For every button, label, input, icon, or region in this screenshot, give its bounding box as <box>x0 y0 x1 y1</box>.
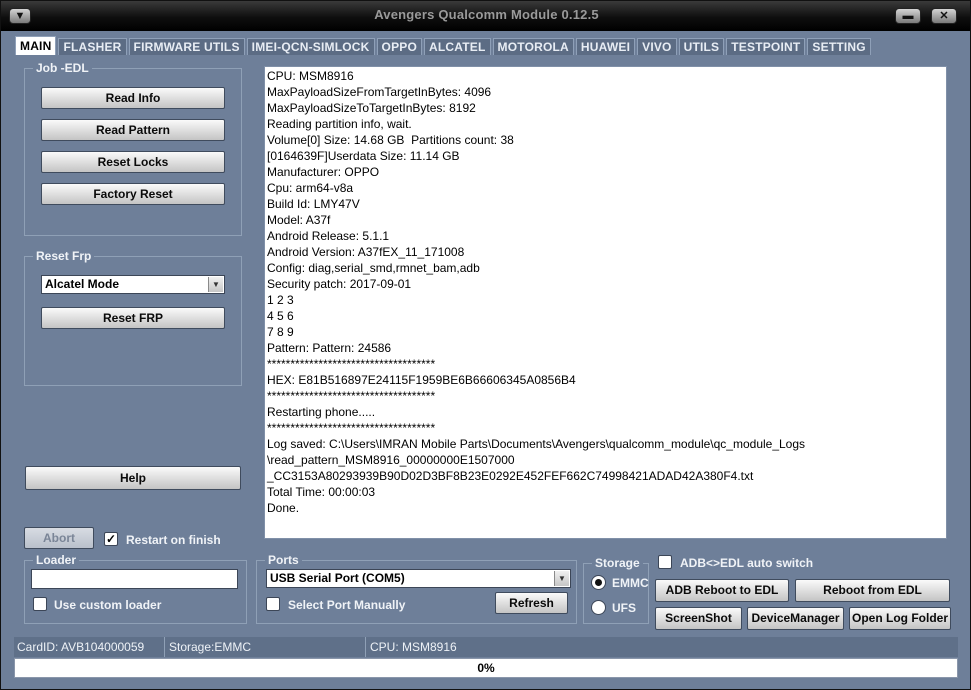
log-line: 4 5 6 <box>267 309 294 323</box>
checkmark-icon: ✓ <box>105 532 117 546</box>
log-line: CPU: MSM8916 <box>267 69 354 83</box>
log-line: HEX: E81B516897E24115F1959BE6B66606345A0… <box>267 373 576 387</box>
tab-testpoint[interactable]: TESTPOINT <box>726 38 806 55</box>
help-button[interactable]: Help <box>25 466 241 490</box>
refresh-button[interactable]: Refresh <box>495 592 568 614</box>
read-info-button[interactable]: Read Info <box>41 87 225 109</box>
storage-title: Storage <box>592 556 643 570</box>
window-title: Avengers Qualcomm Module 0.12.5 <box>374 7 599 22</box>
device-manager-button[interactable]: DeviceManager <box>747 607 844 630</box>
select-port-manually-label: Select Port Manually <box>288 598 406 612</box>
open-log-folder-button[interactable]: Open Log Folder <box>849 607 951 630</box>
log-line: Done. <box>267 501 300 515</box>
ufs-radio[interactable] <box>591 600 606 615</box>
dropdown-arrow-icon: ▼ <box>208 277 223 292</box>
port-select-value: USB Serial Port (COM5) <box>270 571 405 585</box>
log-line: Config: diag,serial_smd,rmnet_bam,adb <box>267 261 480 275</box>
log-line: MaxPayloadSizeToTargetInBytes: 8192 <box>267 101 476 115</box>
progress-bar: 0% <box>14 658 958 678</box>
restart-on-finish-checkbox[interactable]: ✓ <box>104 532 118 546</box>
dropdown-arrow-icon: ▼ <box>554 571 569 586</box>
loader-group: Loader Use custom loader <box>24 553 247 624</box>
minimize-icon: ▬ <box>902 10 914 22</box>
log-line: Volume[0] Size: 14.68 GB Partitions coun… <box>267 133 514 147</box>
tab-motorola[interactable]: MOTOROLA <box>492 38 574 55</box>
tab-imei-qcn-simlock[interactable]: IMEI-QCN-SIMLOCK <box>246 38 375 55</box>
log-line: ************************************ <box>267 389 436 403</box>
reset-locks-button[interactable]: Reset Locks <box>41 151 225 173</box>
log-line: \read_pattern_MSM8916_00000000E1507000 <box>267 453 515 467</box>
close-icon: ✕ <box>939 10 949 22</box>
log-line: Reading partition info, wait. <box>267 117 412 131</box>
log-line: Log saved: C:\Users\IMRAN Mobile Parts\D… <box>267 437 806 451</box>
close-button[interactable]: ✕ <box>931 8 957 24</box>
log-line: Total Time: 00:00:03 <box>267 485 376 499</box>
tab-flasher[interactable]: FLASHER <box>58 38 127 55</box>
log-line: Android Version: A37fEX_11_171008 <box>267 245 465 259</box>
log-line: Pattern: Pattern: 24586 <box>267 341 392 355</box>
emmc-radio[interactable] <box>591 575 606 590</box>
log-line: Android Release: 5.1.1 <box>267 229 390 243</box>
log-line: Model: A37f <box>267 213 331 227</box>
app-window: ▼ Avengers Qualcomm Module 0.12.5 ▬ ✕ MA… <box>0 0 971 690</box>
reset-frp-group: Reset Frp Alcatel Mode ▼ Reset FRP <box>24 249 242 386</box>
title-bar[interactable]: ▼ Avengers Qualcomm Module 0.12.5 ▬ ✕ <box>1 1 970 31</box>
abort-button[interactable]: Abort <box>24 527 94 549</box>
log-line: ************************************ <box>267 357 436 371</box>
log-line: MaxPayloadSizeFromTargetInBytes: 4096 <box>267 85 492 99</box>
log-line: Build Id: LMY47V <box>267 197 360 211</box>
minimize-button[interactable]: ▬ <box>895 8 921 24</box>
status-storage: Storage:EMMC <box>166 637 366 657</box>
log-line: 1 2 3 <box>267 293 294 307</box>
log-line: 7 8 9 <box>267 325 294 339</box>
loader-path-input[interactable] <box>31 569 238 589</box>
tab-oppo[interactable]: OPPO <box>376 38 423 55</box>
tab-huawei[interactable]: HUAWEI <box>575 38 636 55</box>
frp-mode-value: Alcatel Mode <box>45 277 120 291</box>
read-pattern-button[interactable]: Read Pattern <box>41 119 225 141</box>
adb-reboot-to-edl-button[interactable]: ADB Reboot to EDL <box>655 579 789 602</box>
reset-frp-title: Reset Frp <box>33 249 95 263</box>
tab-bar: MAIN FLASHER FIRMWARE UTILS IMEI-QCN-SIMLOC… <box>15 36 873 55</box>
log-line: Cpu: arm64-v8a <box>267 181 354 195</box>
use-custom-loader-checkbox[interactable] <box>33 597 47 611</box>
log-line: Security patch: 2017-09-01 <box>267 277 412 291</box>
restart-on-finish-label: Restart on finish <box>126 533 221 547</box>
log-output[interactable]: CPU: MSM8916 MaxPayloadSizeFromTargetInBy… <box>264 66 947 539</box>
ports-group: Ports USB Serial Port (COM5) ▼ Select Po… <box>256 553 577 624</box>
progress-label: 0% <box>477 661 495 675</box>
ports-title: Ports <box>265 553 302 567</box>
log-line: Manufacturer: OPPO <box>267 165 380 179</box>
reboot-from-edl-button[interactable]: Reboot from EDL <box>795 579 950 602</box>
log-line: ************************************ <box>267 421 436 435</box>
adb-edl-auto-switch-label: ADB<>EDL auto switch <box>680 556 814 570</box>
tab-main[interactable]: MAIN <box>15 36 57 55</box>
factory-reset-button[interactable]: Factory Reset <box>41 183 225 205</box>
frp-mode-select[interactable]: Alcatel Mode ▼ <box>41 275 225 294</box>
tab-vivo[interactable]: VIVO <box>637 38 677 55</box>
tab-alcatel[interactable]: ALCATEL <box>424 38 491 55</box>
screenshot-button[interactable]: ScreenShot <box>655 607 742 630</box>
loader-title: Loader <box>33 553 80 567</box>
job-edl-group: Job -EDL Read Info Read Pattern Reset Lo… <box>24 61 242 236</box>
port-select[interactable]: USB Serial Port (COM5) ▼ <box>266 569 571 588</box>
log-line: Restarting phone..... <box>267 405 376 419</box>
reset-frp-button[interactable]: Reset FRP <box>41 307 225 329</box>
storage-group: Storage EMMC UFS <box>583 556 649 624</box>
ufs-label: UFS <box>612 601 636 615</box>
emmc-label: EMMC <box>612 576 649 590</box>
tab-setting[interactable]: SETTING <box>807 38 871 55</box>
log-line: [0164639F]Userdata Size: 11.14 GB <box>267 149 460 163</box>
status-bar: CardID: AVB104000059 Storage:EMMC CPU: M… <box>14 637 958 657</box>
tab-firmware-utils[interactable]: FIRMWARE UTILS <box>128 38 245 55</box>
status-cpu: CPU: MSM8916 <box>370 640 457 654</box>
use-custom-loader-label: Use custom loader <box>54 598 162 612</box>
adb-edl-auto-switch-checkbox[interactable] <box>658 555 672 569</box>
job-edl-title: Job -EDL <box>33 61 92 75</box>
log-line: _CC3153A80293939B90D02D3BF8B23E0292E452F… <box>267 469 754 483</box>
status-card-id: CardID: AVB104000059 <box>14 637 165 657</box>
select-port-manually-checkbox[interactable] <box>266 597 280 611</box>
tab-utils[interactable]: UTILS <box>678 38 725 55</box>
